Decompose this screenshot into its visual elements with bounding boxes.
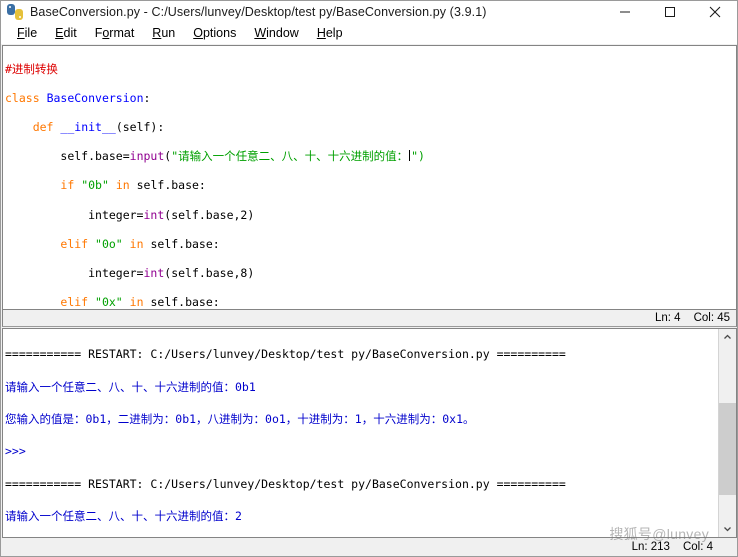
menu-item-help[interactable]: Help	[308, 23, 352, 44]
scrollbar-thumb[interactable]	[719, 403, 736, 495]
method-name: __init__	[60, 119, 116, 134]
input-string-tail: ")	[411, 149, 425, 164]
close-button[interactable]	[692, 1, 737, 23]
code-comment: #进制转换	[5, 61, 58, 76]
code-line-7: elif "0o" in self.base:	[5, 237, 736, 252]
assign-integer: integer=	[88, 207, 144, 222]
menu-item-window[interactable]: Window	[245, 23, 307, 44]
shell-status-bar: Ln: 213 Col: 4	[2, 538, 737, 556]
string-0b: "0b"	[81, 178, 109, 193]
shell-line-indicator: Ln: 213	[631, 541, 670, 553]
shell-prompt-line: 请输入一个任意二、八、十、十六进制的值：0b1	[5, 379, 256, 394]
shell-prompt-line: 请输入一个任意二、八、十、十六进制的值：2	[5, 509, 242, 524]
expr-self-base: self.base:	[136, 178, 206, 193]
assign-self-base: self.base=	[60, 149, 130, 164]
keyword-elif-2: elif	[60, 295, 89, 310]
shell-restart-line: =========== RESTART: C:/Users/lunvey/Des…	[5, 476, 566, 491]
editor-status-bar: Ln: 4 Col: 45	[2, 310, 737, 327]
keyword-in-3: in	[129, 295, 144, 310]
keyword-elif-1: elif	[60, 236, 89, 251]
code-content: #进制转换 class BaseConversion: def __init__…	[3, 46, 736, 310]
shell-restart-line: =========== RESTART: C:/Users/lunvey/Des…	[5, 347, 566, 362]
expr-self-base-3: self.base:	[150, 295, 220, 310]
code-line-5: if "0b" in self.base:	[5, 178, 736, 193]
scroll-down-icon[interactable]	[719, 520, 736, 537]
menu-item-format[interactable]: Format	[86, 23, 144, 44]
code-line-3: def __init__(self):	[5, 120, 736, 135]
menu-item-file[interactable]: File	[8, 23, 46, 44]
builtin-int: int	[143, 207, 165, 222]
shell-col-indicator: Col: 4	[682, 541, 713, 553]
title-bar: BaseConversion.py - C:/Users/lunvey/Desk…	[1, 1, 737, 23]
string-0o: "0o"	[95, 236, 123, 251]
string-0x: "0x"	[95, 295, 123, 310]
menu-item-run[interactable]: Run	[143, 23, 184, 44]
python-logo-icon	[7, 4, 23, 20]
editor-col-indicator: Col: 45	[693, 312, 730, 324]
menu-item-options[interactable]: Options	[184, 23, 245, 44]
scroll-up-icon[interactable]	[719, 329, 736, 346]
menu-bar: File Edit Format Run Options Window Help	[1, 23, 737, 44]
code-line-6: integer=int(self.base,2)	[5, 208, 736, 223]
int-args-8: (self.base,8)	[164, 265, 255, 280]
method-signature: (self):	[115, 119, 165, 134]
code-editor[interactable]: #进制转换 class BaseConversion: def __init__…	[2, 45, 737, 310]
shell-text: =========== RESTART: C:/Users/lunvey/Des…	[5, 330, 719, 537]
keyword-in-2: in	[129, 236, 144, 251]
minimize-button[interactable]	[602, 1, 647, 23]
int-args-2: (self.base,2)	[164, 207, 255, 222]
expr-self-base-2: self.base:	[150, 236, 220, 251]
code-line-4: self.base=input("请输入一个任意二、八、十、十六进制的值： ")	[60, 149, 425, 164]
shell-scrollbar[interactable]	[718, 329, 736, 537]
window-title: BaseConversion.py - C:/Users/lunvey/Desk…	[30, 5, 487, 19]
class-name: BaseConversion	[46, 90, 144, 105]
code-line-2: class BaseConversion:	[5, 90, 151, 105]
input-prompt-string: "请输入一个任意二、八、十、十六进制的值：	[171, 149, 409, 164]
shell-result-line: 您输入的值是：0b1，二进制为：0b1，八进制为：0o1，十进制为：1，十六进制…	[5, 412, 475, 427]
menu-item-edit[interactable]: Edit	[46, 23, 86, 44]
python-shell[interactable]: =========== RESTART: C:/Users/lunvey/Des…	[2, 328, 737, 538]
code-line-1: #进制转换	[5, 62, 736, 77]
shell-output-area[interactable]: =========== RESTART: C:/Users/lunvey/Des…	[3, 329, 719, 537]
assign-integer-2: integer=	[88, 265, 144, 280]
keyword-if: if	[60, 178, 75, 193]
text-caret	[409, 150, 411, 162]
editor-line-indicator: Ln: 4	[654, 312, 681, 324]
idle-window: BaseConversion.py - C:/Users/lunvey/Desk…	[0, 0, 738, 557]
maximize-button[interactable]	[647, 1, 692, 23]
builtin-input: input	[129, 149, 165, 164]
keyword-def: def	[32, 119, 54, 134]
builtin-int-2: int	[143, 265, 165, 280]
code-line-8: integer=int(self.base,8)	[5, 266, 736, 281]
keyword-in: in	[115, 178, 130, 193]
shell-caret: >>>	[5, 444, 26, 459]
window-controls	[602, 1, 737, 23]
keyword-class: class	[5, 90, 40, 105]
code-line-9: elif "0x" in self.base:	[5, 295, 736, 310]
